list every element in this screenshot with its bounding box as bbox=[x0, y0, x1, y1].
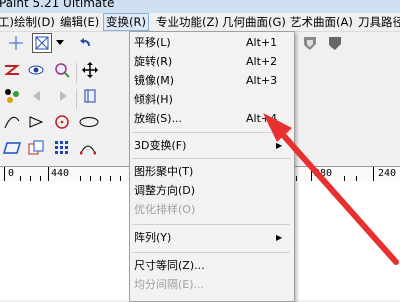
submenu-arrow-icon: ▶ bbox=[276, 233, 283, 242]
circle-icon[interactable] bbox=[52, 112, 72, 132]
node-icon[interactable] bbox=[2, 86, 22, 106]
menu-edit[interactable]: 编辑(E) bbox=[60, 13, 99, 31]
grid-icon[interactable] bbox=[52, 138, 72, 158]
menu-item-accelerator: Alt+3 bbox=[246, 74, 278, 87]
crosshair-icon[interactable] bbox=[6, 33, 26, 53]
menu-draw[interactable]: 绘制(D) bbox=[14, 13, 55, 31]
ruler-label: 240 bbox=[378, 168, 397, 179]
menu-item-rotate[interactable]: 旋转(R) Alt+2 bbox=[130, 52, 294, 71]
menu-item-label: 均分间隔(E)... bbox=[134, 278, 205, 291]
menu-separator bbox=[132, 158, 290, 159]
shield-icon[interactable] bbox=[300, 33, 320, 53]
menu-item-label: 优化排样(O) bbox=[134, 203, 196, 216]
menu-item-scale[interactable]: 放缩(S)... Alt+4 bbox=[130, 109, 294, 128]
menu-item-accelerator: Alt+4 bbox=[246, 112, 278, 125]
menu-item-center-graphics[interactable]: 图形聚中(T) bbox=[130, 162, 294, 181]
triangle-icon[interactable] bbox=[26, 112, 46, 132]
ruler-label: 440 bbox=[51, 168, 70, 179]
submenu-arrow-icon: ▶ bbox=[276, 141, 283, 150]
menu-item-label: 调整方向(D) bbox=[134, 184, 196, 197]
curve-icon[interactable] bbox=[2, 112, 22, 132]
arrow-left-icon[interactable] bbox=[28, 86, 48, 106]
window-title: Paint 5.21 Ultimate bbox=[0, 0, 115, 10]
ruler-major-tick bbox=[373, 167, 374, 181]
copy-icon[interactable] bbox=[26, 138, 46, 158]
menu-separator bbox=[132, 132, 290, 133]
move-icon[interactable] bbox=[80, 60, 100, 80]
menu-item-label: 3D变换(F) bbox=[134, 139, 187, 152]
menu-item-accelerator: Alt+2 bbox=[246, 55, 278, 68]
ruler-major-tick bbox=[4, 167, 5, 181]
arc-icon[interactable] bbox=[78, 138, 98, 158]
select-box-icon[interactable] bbox=[32, 33, 52, 53]
menu-separator bbox=[132, 224, 290, 225]
title-bar: Paint 5.21 Ultimate bbox=[0, 0, 400, 13]
menu-item-label: 镜像(M) bbox=[134, 74, 175, 87]
zoom-icon[interactable] bbox=[52, 60, 72, 80]
toolbar-separator bbox=[76, 63, 77, 83]
shield-dark-icon[interactable] bbox=[325, 33, 345, 53]
eye-icon[interactable] bbox=[26, 60, 46, 80]
book-icon[interactable] bbox=[80, 86, 100, 106]
ellipse-icon[interactable] bbox=[78, 112, 100, 132]
menu-pro-functions[interactable]: 专业功能(Z) bbox=[156, 13, 219, 31]
transform-dropdown-menu: 平移(L) Alt+1 旋转(R) Alt+2 镜像(M) Alt+3 倾斜(H… bbox=[129, 31, 295, 302]
menu-bar: 工) 绘制(D) 编辑(E) 变换(R) 专业功能(Z) 几何曲面(G) 艺术曲… bbox=[0, 13, 400, 32]
menu-item-optimize-nesting[interactable]: 优化排样(O) bbox=[130, 200, 294, 219]
menu-separator bbox=[132, 252, 290, 253]
menu-item-label: 放缩(S)... bbox=[134, 112, 183, 125]
menu-toolpath[interactable]: 刀具路径 bbox=[358, 13, 400, 31]
undo-icon[interactable] bbox=[76, 33, 96, 53]
menu-item-array[interactable]: 阵列(Y) ▶ bbox=[130, 228, 294, 247]
ruler-label: 280 bbox=[314, 168, 333, 179]
menu-item-equal-spacing[interactable]: 均分间隔(E)... bbox=[130, 275, 294, 294]
arrow-right-icon[interactable] bbox=[52, 86, 72, 106]
menu-geometric-surface[interactable]: 几何曲面(G) bbox=[222, 13, 286, 31]
menu-item-adjust-direction[interactable]: 调整方向(D) bbox=[130, 181, 294, 200]
menu-item-label: 阵列(Y) bbox=[134, 231, 172, 244]
toolbar-separator bbox=[76, 89, 77, 109]
menu-item-label: 尺寸等同(Z)... bbox=[134, 259, 205, 272]
ruler-major-tick bbox=[48, 167, 49, 181]
ruler-label: 0 bbox=[8, 168, 15, 179]
menu-transform[interactable]: 变换(R) bbox=[103, 13, 149, 31]
zigzag-icon[interactable] bbox=[2, 60, 22, 80]
menu-item-label: 旋转(R) bbox=[134, 55, 173, 68]
dropdown-arrow-icon[interactable] bbox=[54, 33, 66, 53]
menu-item-skew[interactable]: 倾斜(H) bbox=[130, 90, 294, 109]
parallelogram-icon[interactable] bbox=[2, 138, 22, 158]
menu-item-accelerator: Alt+1 bbox=[246, 36, 278, 49]
ruler-major-tick bbox=[311, 167, 312, 181]
menu-tools[interactable]: 工) bbox=[0, 13, 14, 31]
menu-item-label: 倾斜(H) bbox=[134, 93, 173, 106]
menu-item-label: 平移(L) bbox=[134, 36, 171, 49]
menu-item-translate[interactable]: 平移(L) Alt+1 bbox=[130, 33, 294, 52]
menu-item-3d-transform[interactable]: 3D变换(F) ▶ bbox=[130, 136, 294, 155]
menu-item-mirror[interactable]: 镜像(M) Alt+3 bbox=[130, 71, 294, 90]
menu-item-label: 图形聚中(T) bbox=[134, 165, 194, 178]
menu-item-equal-size[interactable]: 尺寸等同(Z)... bbox=[130, 256, 294, 275]
menu-art-surface[interactable]: 艺术曲面(A) bbox=[290, 13, 353, 31]
